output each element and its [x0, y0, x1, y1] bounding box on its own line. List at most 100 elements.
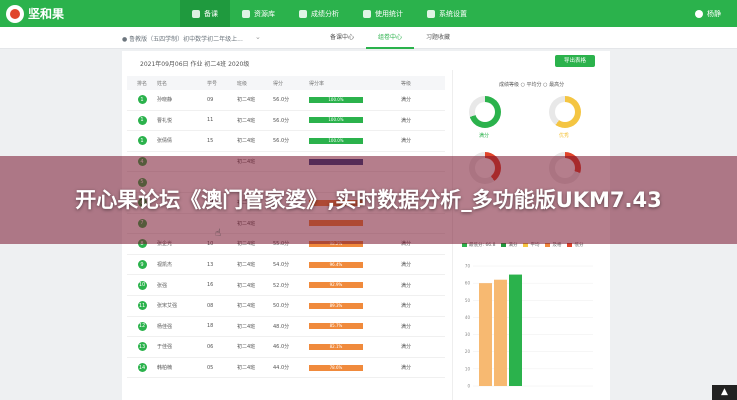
column-header[interactable]: 得分率	[309, 80, 401, 87]
grade-donut[interactable]	[469, 96, 501, 128]
analysis-icon	[299, 9, 307, 18]
score-rate-bar: 85.7%	[309, 323, 363, 330]
rank-cell: 1	[127, 115, 157, 125]
column-header[interactable]: 排名	[127, 80, 157, 87]
class-name: 初二4班	[237, 303, 256, 310]
column-header[interactable]: 班级	[237, 80, 273, 87]
y-tick-label: 30	[465, 332, 471, 337]
score-rate-bar: 100.0%	[309, 117, 363, 124]
rate-cell: 82.1%	[309, 343, 401, 350]
y-tick-label: 60	[465, 281, 471, 286]
column-header[interactable]: 姓名	[157, 80, 207, 87]
y-tick-label: 20	[465, 349, 471, 354]
level: 满分	[401, 323, 412, 330]
scroll-top-button[interactable]: ▲	[712, 385, 737, 400]
table-header: 排名 姓名 学号 班级 得分 得分率 等级	[127, 76, 445, 90]
y-tick-label: 0	[467, 384, 470, 389]
chart-bar[interactable]	[509, 274, 522, 386]
nav-item-1[interactable]: 资源库	[230, 0, 287, 27]
nav-item-label: 备课	[204, 9, 218, 18]
y-tick-label: 50	[465, 298, 471, 303]
banner-title: 开心果论坛《澳门管家婆》,实时数据分析_多功能版UKM7.43	[75, 188, 662, 212]
score: 50.0分	[273, 303, 290, 310]
user-icon	[695, 9, 703, 18]
rank-cell: 1	[127, 136, 157, 146]
student-id: 15	[207, 137, 214, 144]
student-name: 张宋艾强	[157, 303, 178, 310]
score-rate-bar: 96.4%	[309, 261, 363, 268]
level: 满分	[401, 282, 412, 289]
table-row[interactable]: 11 张宋艾强 08 初二4班 50.0分 89.3% 满分	[127, 296, 445, 317]
rank-badge: 10	[137, 280, 147, 290]
student-name: 韩柏楠	[157, 365, 173, 372]
tab-1[interactable]: 组卷中心	[366, 27, 415, 49]
chart-bar[interactable]	[479, 283, 492, 386]
level: 满分	[401, 344, 412, 351]
y-tick-label: 70	[465, 264, 471, 269]
app-logo[interactable]: 坚和果	[0, 4, 110, 23]
assignment-header: 2021年09月06日 作业 初二4班 2020级	[140, 61, 250, 68]
sub-tabs: 备课中心 组卷中心 习题收藏	[318, 27, 462, 49]
rank-cell: 10	[127, 280, 157, 290]
tab-2[interactable]: 习题收藏	[414, 27, 462, 49]
student-id: 09	[207, 96, 214, 103]
chart-bar[interactable]	[494, 279, 507, 386]
rank-badge: 13	[137, 342, 147, 352]
column-header[interactable]: 学号	[207, 80, 237, 87]
textbook-selector[interactable]: ● 鲁教版（五四学制）初中数学初二年级上...	[122, 34, 243, 43]
nav-item-3[interactable]: 使用统计	[351, 0, 415, 27]
nav-item-0[interactable]: 备课	[180, 0, 230, 27]
rank-badge: 1	[137, 136, 147, 146]
score-rate-bar: 78.6%	[309, 364, 363, 371]
chevron-down-icon[interactable]: ⌄	[255, 33, 261, 41]
student-name: 视凯杰	[157, 262, 173, 269]
table-row[interactable]: 13 于佳强 06 初二4班 46.0分 82.1% 满分	[127, 337, 445, 358]
gear-icon	[427, 9, 435, 18]
table-row[interactable]: 9 视凯杰 13 初二4班 54.0分 96.4% 满分	[127, 255, 445, 276]
tab-0[interactable]: 备课中心	[318, 27, 366, 49]
class-name: 初二4班	[237, 365, 256, 372]
class-name: 初二4班	[237, 262, 256, 269]
class-name: 初二4班	[237, 138, 256, 145]
rank-badge: 1	[137, 115, 147, 125]
column-header[interactable]: 得分	[273, 80, 309, 87]
student-name: 孙晓静	[157, 97, 173, 104]
rate-cell: 85.7%	[309, 323, 401, 330]
table-row[interactable]: 1 张倩倩 15 初二4班 56.0分 100.0% 满分	[127, 131, 445, 152]
table-row[interactable]: 1 孙晓静 09 初二4班 56.0分 100.0% 满分	[127, 90, 445, 111]
rank-badge: 1	[137, 95, 147, 105]
student-name: 于佳强	[157, 344, 173, 351]
student-name: 杨佳强	[157, 323, 173, 330]
level: 满分	[401, 138, 412, 145]
rate-cell: 100.0%	[309, 117, 401, 124]
table-row[interactable]: 12 杨佳强 18 初二4班 48.0分 85.7% 满分	[127, 317, 445, 338]
score-rate-bar: 100.0%	[309, 96, 363, 103]
table-row[interactable]: 14 韩柏楠 05 初二4班 44.0分 78.6% 满分	[127, 358, 445, 379]
table-row[interactable]: 10 张强 16 初二4班 52.0分 92.9% 满分	[127, 275, 445, 296]
nav-item-4[interactable]: 系统设置	[415, 0, 479, 27]
column-header[interactable]: 等级	[401, 80, 445, 87]
score: 56.0分	[273, 138, 290, 145]
student-id: 18	[207, 323, 214, 330]
class-name: 初二4班	[237, 97, 256, 104]
rank-badge: 9	[137, 260, 147, 270]
rank-cell: 13	[127, 342, 157, 352]
grade-level-title: 成绩等级 ○ 平均分 ○ 最高分	[499, 82, 565, 88]
table-row[interactable]: 1 曹礼悦 11 初二4班 56.0分 100.0% 满分	[127, 111, 445, 132]
score-rate-bar: 100.0%	[309, 137, 363, 144]
nav-item-2[interactable]: 成绩分析	[287, 0, 351, 27]
score: 46.0分	[273, 344, 290, 351]
grade-donut[interactable]	[549, 96, 581, 128]
class-name: 初二4班	[237, 117, 256, 124]
score: 54.0分	[273, 262, 290, 269]
export-table-button[interactable]: 导出表格	[555, 55, 595, 67]
donut-label: 满分	[479, 133, 490, 139]
score: 44.0分	[273, 365, 290, 372]
nav-item-label: 系统设置	[439, 9, 467, 18]
rate-cell: 92.9%	[309, 282, 401, 289]
student-id: 08	[207, 302, 214, 309]
y-tick-label: 40	[465, 315, 471, 320]
level: 满分	[401, 365, 412, 372]
nav-item-label: 使用统计	[375, 9, 403, 18]
user-menu[interactable]: 杨静	[695, 9, 737, 19]
